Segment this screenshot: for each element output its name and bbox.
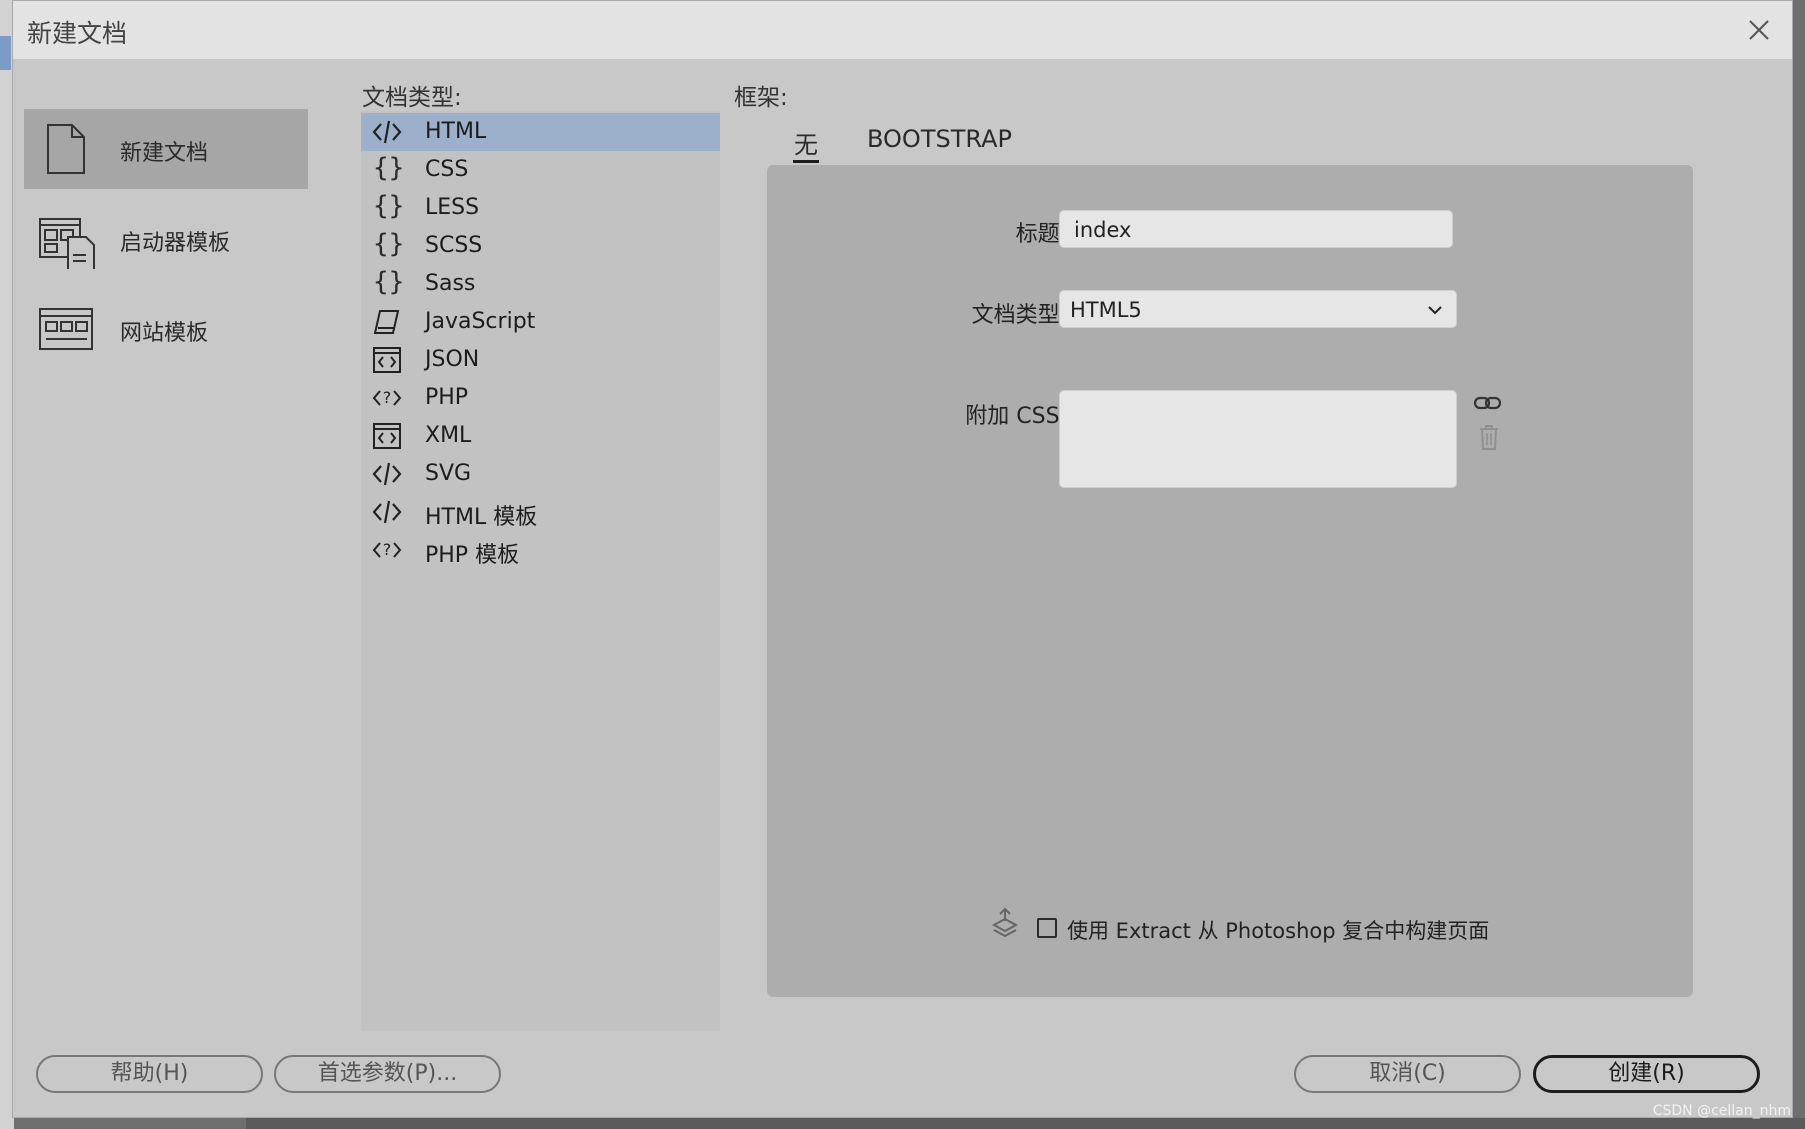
doc-type-label: JSON xyxy=(425,347,480,372)
attach-css-label: 附加 CSS: xyxy=(965,404,1067,429)
code-tag-icon xyxy=(372,120,402,144)
doc-type-label: PHP xyxy=(425,385,469,410)
doc-type-label: LESS xyxy=(425,195,480,220)
background-selection-fragment xyxy=(0,36,11,70)
braces-icon: {} xyxy=(373,191,405,221)
svg-text:?: ? xyxy=(383,388,392,407)
link-icon[interactable] xyxy=(1473,393,1503,413)
category-new-document[interactable]: 新建文档 xyxy=(24,109,308,189)
new-document-dialog: 新建文档 新建文档 启动器模板 网站模板 文档类型: HTML {} CSS {… xyxy=(12,0,1793,1118)
doctype-label: 文档类型: xyxy=(971,303,1067,328)
cancel-button[interactable]: 取消(C) xyxy=(1294,1055,1521,1093)
script-scroll-icon xyxy=(373,310,400,334)
doc-type-php-template[interactable]: ? PHP 模板 xyxy=(361,531,720,569)
extract-layers-icon xyxy=(991,907,1019,938)
doc-type-javascript[interactable]: JavaScript xyxy=(361,303,720,341)
category-site-templates[interactable]: 网站模板 xyxy=(24,289,308,369)
category-label: 新建文档 xyxy=(120,141,209,166)
extract-checkbox-label: 使用 Extract 从 Photoshop 复合中构建页面 xyxy=(1067,919,1490,943)
doc-type-less[interactable]: {} LESS xyxy=(361,189,720,227)
doc-type-label: PHP 模板 xyxy=(425,543,520,568)
tab-bootstrap[interactable]: BOOTSTRAP xyxy=(867,125,1012,153)
doc-type-label: SVG xyxy=(425,461,472,486)
doctype-select[interactable]: HTML5 xyxy=(1059,290,1457,328)
doc-type-list: HTML {} CSS {} LESS {} SCSS {} Sass Java… xyxy=(361,111,720,1031)
category-starter-templates[interactable]: 启动器模板 xyxy=(24,199,308,279)
dialog-title: 新建文档 xyxy=(27,19,128,48)
framework-heading: 框架: xyxy=(734,85,788,111)
code-tag-icon xyxy=(372,462,402,486)
doc-type-label: XML xyxy=(425,423,472,448)
site-template-icon xyxy=(39,308,93,350)
code-tag-icon xyxy=(372,500,402,524)
braces-icon: {} xyxy=(373,229,405,259)
doc-types-heading: 文档类型: xyxy=(362,85,462,111)
starter-template-icon xyxy=(39,218,95,269)
doc-type-label: Sass xyxy=(425,271,476,296)
doc-type-html-template[interactable]: HTML 模板 xyxy=(361,493,720,531)
tab-none[interactable]: 无 xyxy=(794,125,818,160)
title-field[interactable]: index xyxy=(1059,210,1453,248)
doc-type-svg[interactable]: SVG xyxy=(361,455,720,493)
braces-icon: {} xyxy=(373,267,405,297)
title-label: 标题: xyxy=(1015,222,1067,247)
document-icon xyxy=(47,124,85,174)
svg-text:?: ? xyxy=(383,540,392,559)
help-button[interactable]: 帮助(H) xyxy=(36,1055,263,1093)
doc-type-html[interactable]: HTML xyxy=(361,113,720,151)
close-icon[interactable] xyxy=(1744,15,1774,45)
doc-type-css[interactable]: {} CSS xyxy=(361,151,720,189)
boxed-code-icon xyxy=(373,423,401,449)
background-window-bottom xyxy=(246,1118,1805,1129)
trash-icon[interactable] xyxy=(1477,423,1501,451)
category-label: 网站模板 xyxy=(120,321,209,346)
title-field-value: index xyxy=(1074,218,1132,242)
doctype-select-value: HTML5 xyxy=(1070,298,1142,322)
framework-options-panel: 标题: index 文档类型: HTML5 附加 CSS: 使用 Extract… xyxy=(767,165,1693,997)
boxed-code-icon xyxy=(373,347,401,373)
extract-checkbox[interactable] xyxy=(1037,918,1057,938)
doc-type-label: CSS xyxy=(425,157,469,182)
doc-type-json[interactable]: JSON xyxy=(361,341,720,379)
doc-type-php[interactable]: ? PHP xyxy=(361,379,720,417)
watermark-text: CSDN @cellan_nhm xyxy=(1652,1103,1791,1119)
doc-type-sass[interactable]: {} Sass xyxy=(361,265,720,303)
doc-type-scss[interactable]: {} SCSS xyxy=(361,227,720,265)
doc-type-label: HTML 模板 xyxy=(425,505,538,530)
doc-type-label: SCSS xyxy=(425,233,483,258)
create-button[interactable]: 创建(R) xyxy=(1533,1055,1760,1093)
php-tag-icon: ? xyxy=(372,540,402,559)
doc-type-label: JavaScript xyxy=(425,309,536,334)
braces-icon: {} xyxy=(373,153,405,183)
attach-css-list[interactable] xyxy=(1059,390,1457,488)
doc-type-label: HTML xyxy=(425,119,487,144)
title-bar: 新建文档 xyxy=(13,1,1792,59)
doc-type-xml[interactable]: XML xyxy=(361,417,720,455)
preferences-button[interactable]: 首选参数(P)... xyxy=(274,1055,501,1093)
active-tab-indicator xyxy=(793,160,819,163)
category-label: 启动器模板 xyxy=(120,231,231,256)
chevron-down-icon xyxy=(1428,306,1442,315)
php-tag-icon: ? xyxy=(372,388,402,407)
